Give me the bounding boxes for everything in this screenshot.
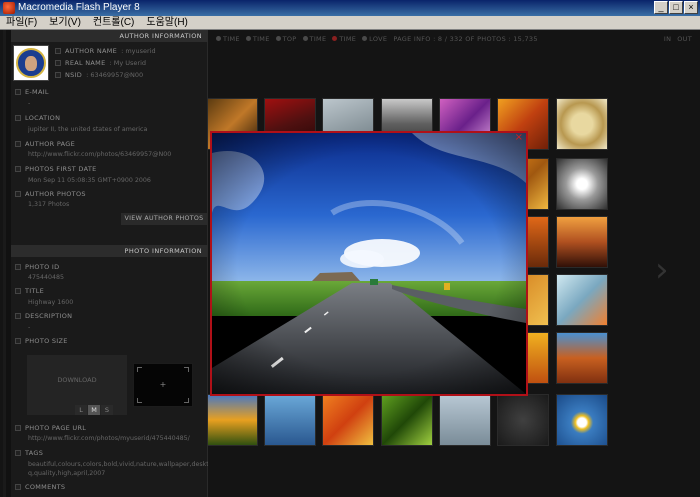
title-value: Highway 1600 — [28, 299, 74, 306]
checkbox[interactable] — [55, 72, 61, 78]
checkbox[interactable] — [15, 288, 21, 294]
checkbox[interactable] — [15, 89, 21, 95]
tags-value-line-1: beautiful,colours,colors,bold,vivid,natu… — [28, 461, 208, 468]
menu-control[interactable]: 컨트롤(C) — [93, 16, 134, 29]
comments-row: COMMENTS — [15, 482, 205, 492]
checkbox[interactable] — [15, 313, 21, 319]
location-row: LOCATION — [15, 113, 205, 123]
thumbnail[interactable] — [381, 394, 433, 446]
thumbnail[interactable] — [556, 98, 608, 150]
size-medium-button[interactable]: M — [88, 405, 100, 415]
photo-id-value: 475440485 — [28, 274, 65, 281]
window-title: Macromedia Flash Player 8 — [18, 2, 140, 13]
thumbnail[interactable] — [322, 394, 374, 446]
maximize-button[interactable]: □ — [669, 1, 683, 14]
menu-view[interactable]: 보기(V) — [49, 16, 81, 29]
window-controls: _ □ × — [654, 1, 698, 14]
first-date-row: PHOTOS FIRST DATE — [15, 164, 205, 174]
author-photos-count: 1,317 Photos — [28, 201, 70, 208]
thumbnail[interactable] — [556, 216, 608, 268]
thumbnail[interactable] — [556, 394, 608, 446]
photo-id-row: PHOTO ID — [15, 262, 205, 272]
checkbox[interactable] — [15, 425, 21, 431]
author-info-header: AUTHOR INFORMATION — [11, 30, 208, 42]
email-value: - — [28, 100, 31, 107]
size-small-button[interactable]: S — [101, 405, 113, 415]
author-page-row: AUTHOR PAGE — [15, 139, 205, 149]
checkbox[interactable] — [15, 338, 21, 344]
flash-player-icon — [3, 2, 15, 14]
plus-icon: + — [159, 380, 167, 389]
size-selector: L M S — [75, 405, 113, 415]
author-photos-row: AUTHOR PHOTOS — [15, 189, 205, 199]
checkbox[interactable] — [15, 141, 21, 147]
checkbox[interactable] — [15, 191, 21, 197]
photo-size-row: PHOTO SIZE — [15, 336, 205, 346]
location-value: jupiter II, the united states of america — [28, 126, 148, 133]
checkbox[interactable] — [55, 48, 61, 54]
thumbnail[interactable] — [556, 274, 608, 326]
thumbnail[interactable] — [556, 332, 608, 384]
thumbnail[interactable] — [439, 394, 491, 446]
description-row: DESCRIPTION — [15, 311, 205, 321]
size-large-button[interactable]: L — [75, 405, 87, 415]
seal-icon — [16, 48, 46, 78]
nsid-row: NSID : 63469957@N00 — [55, 70, 205, 80]
view-author-photos-button[interactable]: VIEW AUTHOR PHOTOS — [121, 213, 207, 225]
thumbnail[interactable] — [264, 394, 316, 446]
thumbnail[interactable] — [497, 394, 549, 446]
highway-photo — [212, 133, 526, 394]
checkbox[interactable] — [15, 115, 21, 121]
next-page-arrow-icon[interactable]: › — [655, 250, 675, 290]
checkbox[interactable] — [15, 484, 21, 490]
checkbox[interactable] — [55, 60, 61, 66]
photo-url-link[interactable]: http://www.flickr.com/photos/myuserid/47… — [28, 435, 208, 442]
thumbnail[interactable] — [206, 394, 258, 446]
menu-bar: 파일(F) 보기(V) 컨트롤(C) 도움말(H) — [0, 16, 700, 30]
close-viewer-icon[interactable]: × — [515, 133, 523, 143]
checkbox[interactable] — [15, 166, 21, 172]
size-preview[interactable]: + — [133, 363, 193, 407]
title-row: TITLE — [15, 286, 205, 296]
photo-viewer[interactable]: × — [210, 131, 528, 396]
photo-info-header: PHOTO INFORMATION — [11, 245, 208, 257]
checkbox[interactable] — [15, 450, 21, 456]
minimize-button[interactable]: _ — [654, 1, 668, 14]
menu-help[interactable]: 도움말(H) — [146, 16, 187, 29]
panel-scrollbar[interactable] — [6, 30, 11, 497]
close-button[interactable]: × — [684, 1, 698, 14]
info-panel: AUTHOR INFORMATION AUTHOR NAME : myuseri… — [3, 30, 208, 497]
avatar[interactable] — [13, 45, 49, 81]
menu-file[interactable]: 파일(F) — [6, 16, 37, 29]
checkbox[interactable] — [15, 264, 21, 270]
tags-value-line-2: q,quality,high,april,2007 — [28, 470, 106, 477]
thumbnail[interactable] — [556, 158, 608, 210]
photo-url-row: PHOTO PAGE URL — [15, 423, 205, 433]
author-name-row: AUTHOR NAME : myuserid — [55, 46, 205, 56]
real-name-row: REAL NAME : My Userid — [55, 58, 205, 68]
first-date-value: Mon Sep 11 05:08:35 GMT+0900 2006 — [28, 177, 151, 184]
tags-row: TAGS — [15, 448, 205, 458]
email-row: E-MAIL — [15, 87, 205, 97]
description-value: - — [28, 324, 31, 331]
author-page-link[interactable]: http://www.flickr.com/photos/63469957@N0… — [28, 151, 208, 158]
window-titlebar[interactable]: Macromedia Flash Player 8 _ □ × — [0, 0, 700, 16]
flash-stage: TIME TIME TOP TIME TIME LOVE PAGE INFO :… — [0, 30, 700, 497]
